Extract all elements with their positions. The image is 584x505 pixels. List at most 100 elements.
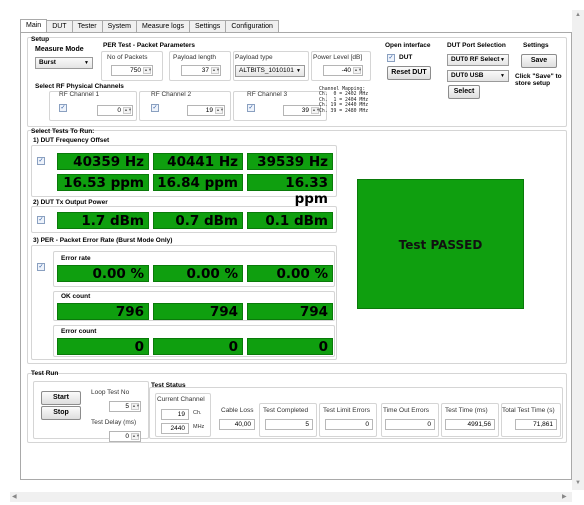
usb-select-value: DUT0 USB <box>451 72 484 79</box>
tab-main[interactable]: Main <box>20 19 48 33</box>
rf-channel-2-checkbox[interactable]: ✓ <box>151 104 159 112</box>
tab-measure-logs[interactable]: Measure logs <box>135 20 191 32</box>
tx-power-checkbox[interactable]: ✓ <box>37 216 45 224</box>
tab-settings[interactable]: Settings <box>189 20 227 32</box>
save-button[interactable]: Save <box>521 54 557 68</box>
tab-tester[interactable]: Tester <box>71 20 103 32</box>
tab-configuration[interactable]: Configuration <box>225 20 279 32</box>
spinner-arrows-icon[interactable]: ▲▼ <box>211 67 220 74</box>
payload-length-value: 37 <box>201 67 209 74</box>
error-rate-value-1: 0.00 % <box>57 265 149 282</box>
stop-button[interactable]: Stop <box>41 406 81 420</box>
num-packets-spinner[interactable]: 750 ▲▼ <box>111 65 153 76</box>
payload-type-select[interactable]: ALTBITS_1010101 ▼ <box>235 65 305 77</box>
rf-channels-title: Select RF Physical Channels <box>35 83 124 90</box>
per-test-title: 3) PER - Packet Error Rate (Burst Mode O… <box>33 237 173 244</box>
spinner-arrows-icon[interactable]: ▲▼ <box>131 403 140 410</box>
test-time-label: Test Time (ms) <box>445 407 488 414</box>
tab-dut[interactable]: DUT <box>46 20 73 32</box>
measure-mode-label: Measure Mode <box>35 46 84 53</box>
tests-title: Select Tests To Run: <box>31 128 95 135</box>
num-packets-value: 750 <box>130 67 141 74</box>
freq-hz-value-1: 40359 Hz <box>57 153 149 170</box>
dut-port-title: DUT Port Selection <box>447 42 506 49</box>
open-interface-title: Open interface <box>385 42 431 49</box>
power-dbm-value-3: 0.1 dBm <box>247 212 333 229</box>
test-run-title: Test Run <box>31 370 59 377</box>
payload-type-value: ALTBITS_1010101 <box>239 67 294 74</box>
spinner-arrows-icon[interactable]: ▲▼ <box>215 107 224 114</box>
measure-mode-value: Burst <box>39 59 56 66</box>
current-mhz-unit: MHz <box>193 424 205 430</box>
save-hint: Click "Save" to store setup <box>515 73 562 87</box>
loop-test-spinner[interactable]: 5 ▲▼ <box>109 401 141 412</box>
error-rate-label: Error rate <box>61 255 91 262</box>
usb-select-dropdown[interactable]: DUT0 USB ▼ <box>447 70 509 82</box>
payload-length-spinner[interactable]: 37 ▲▼ <box>181 65 221 76</box>
test-delay-spinner[interactable]: 0 ▲▼ <box>109 431 141 442</box>
freq-hz-value-2: 40441 Hz <box>153 153 243 170</box>
settings-title: Settings <box>523 42 549 49</box>
current-channel-unit: Ch. <box>193 410 202 416</box>
rf-select-dropdown[interactable]: DUT0 RF Select ▼ <box>447 54 509 66</box>
rf-channel-3-spinner[interactable]: 39 ▲▼ <box>283 105 321 116</box>
rf-channel-1-label: RF Channel 1 <box>59 91 100 98</box>
error-rate-value-3: 0.00 % <box>247 265 333 282</box>
test-delay-label: Test Delay (ms) <box>91 419 137 426</box>
chevron-down-icon: ▼ <box>84 60 89 66</box>
scroll-up-icon[interactable]: ▲ <box>575 12 581 18</box>
loop-test-value: 5 <box>125 403 129 410</box>
vertical-scrollbar[interactable]: ▲ ▼ <box>572 10 584 490</box>
spinner-arrows-icon[interactable]: ▲▼ <box>353 67 362 74</box>
chevron-down-icon: ▼ <box>500 73 505 79</box>
test-delay-value: 0 <box>125 433 129 440</box>
freq-offset-checkbox[interactable]: ✓ <box>37 157 45 165</box>
setup-title: Setup <box>31 36 50 43</box>
rf-channel-1-spinner[interactable]: 0 ▲▼ <box>97 105 133 116</box>
rf-select-value: DUT0 RF Select <box>451 56 500 63</box>
test-completed-value: 5 <box>265 419 313 430</box>
scroll-left-icon[interactable]: ◀ <box>12 493 17 500</box>
measure-mode-select[interactable]: Burst ▼ <box>35 57 93 69</box>
tab-system[interactable]: System <box>101 20 137 32</box>
application-window: Main DUT Tester System Measure logs Sett… <box>0 0 584 505</box>
spinner-arrows-icon[interactable]: ▲▼ <box>131 433 140 440</box>
power-level-spinner[interactable]: -40 ▲▼ <box>323 65 363 76</box>
ok-count-label: OK count <box>61 293 91 300</box>
tx-power-title: 2) DUT Tx Output Power <box>33 199 108 206</box>
cable-loss-label: Cable Loss <box>221 407 254 414</box>
rf-channel-3-label: RF Channel 3 <box>247 91 288 98</box>
channel-mapping-text: Channel Mapping: Ch. 0 = 2402 MHz Ch. 1 … <box>319 87 369 114</box>
spinner-arrows-icon[interactable]: ▲▼ <box>123 107 132 114</box>
per-params-title: PER Test - Packet Parameters <box>103 42 196 49</box>
rf-channel-1-checkbox[interactable]: ✓ <box>59 104 67 112</box>
spinner-arrows-icon[interactable]: ▲▼ <box>143 67 152 74</box>
current-channel-label: Current Channel <box>157 396 205 403</box>
limit-errors-value: 0 <box>325 419 373 430</box>
spinner-arrows-icon[interactable]: ▲▼ <box>311 107 320 114</box>
rf-channel-3-checkbox[interactable]: ✓ <box>247 104 255 112</box>
current-channel-value: 19 <box>161 409 189 420</box>
rf-channel-2-spinner[interactable]: 19 ▲▼ <box>187 105 225 116</box>
reset-dut-button[interactable]: Reset DUT <box>387 66 431 80</box>
ok-count-value-3: 794 <box>247 303 333 320</box>
num-packets-label: No of Packets <box>107 54 148 61</box>
horizontal-scrollbar[interactable]: ◀ ▶ <box>10 492 572 502</box>
payload-length-label: Payload length <box>173 54 217 61</box>
error-count-label: Error count <box>61 328 97 335</box>
select-port-button[interactable]: Select <box>448 85 480 99</box>
current-mhz-value: 2440 <box>161 423 189 434</box>
scroll-right-icon[interactable]: ▶ <box>562 493 567 500</box>
chevron-down-icon: ▼ <box>296 68 301 74</box>
total-time-value: 71,861 <box>515 419 557 430</box>
freq-ppm-value-3: 16.33 ppm <box>247 174 333 207</box>
scroll-down-icon[interactable]: ▼ <box>575 480 581 486</box>
per-checkbox[interactable]: ✓ <box>37 263 45 271</box>
dut-checkbox[interactable]: ✓ <box>387 54 395 62</box>
rf-channel-2-value: 19 <box>205 107 213 114</box>
start-button[interactable]: Start <box>41 391 81 405</box>
dut-checkbox-label: DUT <box>399 54 413 61</box>
test-completed-label: Test Completed <box>263 407 309 414</box>
ok-count-value-1: 796 <box>57 303 149 320</box>
power-level-label: Power Level [dB] <box>313 54 363 61</box>
